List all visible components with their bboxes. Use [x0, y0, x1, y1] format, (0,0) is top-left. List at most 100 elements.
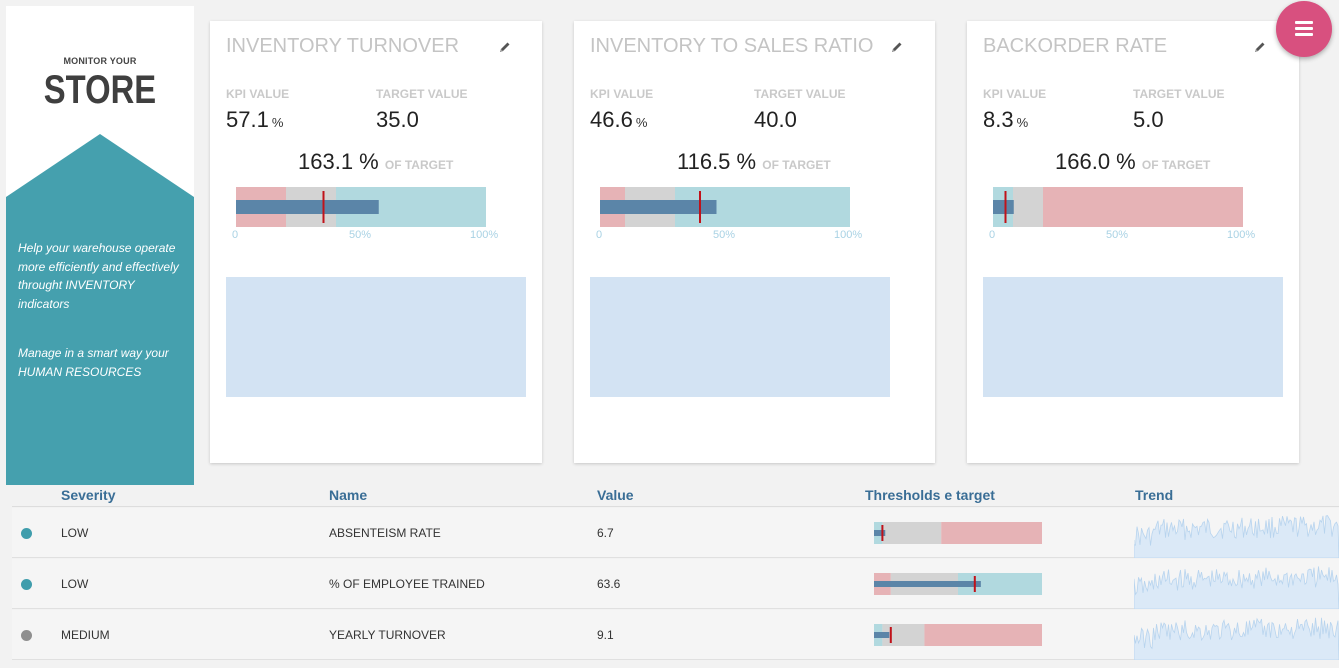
percent-of-target: 163.1 % OF TARGET: [298, 149, 453, 175]
kpi-number: 46.6: [590, 107, 633, 132]
axis-tick-100: 100%: [834, 229, 863, 241]
sidebar-description-hr: Manage in a smart way your HUMAN RESOURC…: [18, 346, 169, 379]
trend-line: [1134, 515, 1339, 558]
kpi-card-inventory-turnover: INVENTORY TURNOVER KPI VALUE TARGET VALU…: [210, 21, 542, 463]
hamburger-icon-bar: [1295, 27, 1313, 30]
bullet-band: [882, 522, 942, 544]
kpi-value-label: KPI VALUE: [226, 87, 290, 101]
bullet-measure: [874, 530, 886, 536]
target-value-label: TARGET VALUE: [754, 87, 846, 101]
bullet-measure: [874, 581, 981, 587]
bullet-measure: [874, 632, 890, 638]
column-header-thresholds[interactable]: Thresholds e target: [865, 487, 995, 503]
column-header-trend[interactable]: Trend: [1135, 487, 1173, 503]
header-divider: [12, 506, 1339, 507]
pencil-icon[interactable]: [890, 40, 904, 54]
threshold-bullet-chart: [874, 624, 1042, 646]
percent-value: 116.5 %: [677, 149, 757, 174]
target-value: 40.0: [754, 107, 797, 132]
brand-tagline: MONITOR YOUR: [63, 56, 137, 66]
bullet-chart: [600, 187, 850, 227]
of-target-label: OF TARGET: [762, 158, 831, 172]
column-header-name[interactable]: Name: [329, 487, 367, 503]
bullet-band: [941, 522, 1042, 544]
threshold-bullet-chart: [874, 573, 1042, 595]
bullet-band: [924, 624, 1042, 646]
axis-tick-100: 100%: [1227, 229, 1256, 241]
bullet-target-marker: [889, 627, 892, 643]
trend-chart-area: [226, 277, 526, 397]
axis-tick-50: 50%: [349, 229, 372, 241]
percent-of-target: 116.5 % OF TARGET: [677, 149, 831, 175]
kpi-value: 46.6%: [590, 107, 647, 133]
trend-line: [1134, 617, 1339, 660]
kpi-number: 57.1: [226, 107, 269, 132]
target-value-label: TARGET VALUE: [376, 87, 468, 101]
value-cell: 63.6: [597, 577, 621, 591]
target-value-label: TARGET VALUE: [1133, 87, 1225, 101]
threshold-bullet-chart: [874, 522, 1042, 544]
axis-tick-100: 100%: [470, 229, 499, 241]
bullet-target-marker: [699, 191, 701, 223]
brand-logo: STORE: [43, 68, 157, 112]
bullet-target-marker: [881, 525, 884, 541]
kpi-value-label: KPI VALUE: [983, 87, 1047, 101]
card-title: BACKORDER RATE: [983, 35, 1168, 57]
bullet-measure: [236, 200, 379, 214]
bullet-band: [1043, 187, 1243, 227]
bullet-measure: [993, 200, 1014, 214]
kpi-card-inventory-to-sales-ratio: INVENTORY TO SALES RATIO KPI VALUE TARGE…: [574, 21, 935, 463]
severity-cell: LOW: [61, 577, 89, 591]
pencil-icon[interactable]: [1253, 40, 1267, 54]
dashboard: MONITOR YOUR STORE Help your warehouse o…: [0, 0, 1339, 668]
of-target-label: OF TARGET: [1141, 158, 1211, 172]
bullet-target-marker: [1004, 191, 1007, 223]
column-header-value[interactable]: Value: [597, 487, 634, 503]
column-header-severity[interactable]: Severity: [61, 487, 115, 503]
target-value: 35.0: [376, 107, 419, 132]
kpi-table: Severity Name Value Thresholds e target …: [0, 484, 1339, 668]
of-target-label: OF TARGET: [384, 158, 454, 172]
severity-dot: [21, 579, 32, 590]
kpi-value: 57.1%: [226, 107, 283, 133]
trend-line: [1134, 566, 1339, 609]
percent-value: 163.1 %: [298, 149, 379, 174]
bullet-chart: [993, 187, 1243, 227]
table-row[interactable]: LOW % OF EMPLOYEE TRAINED 63.6: [12, 559, 1339, 609]
axis-tick-0: 0: [989, 229, 996, 241]
severity-dot: [21, 630, 32, 641]
hamburger-icon: [1295, 21, 1313, 24]
axis-tick-0: 0: [596, 229, 603, 241]
kpi-unit: %: [635, 115, 648, 130]
severity-cell: LOW: [61, 526, 89, 540]
hamburger-icon-bar: [1295, 33, 1313, 36]
card-title: INVENTORY TURNOVER: [226, 35, 460, 57]
bullet-chart: [236, 187, 486, 227]
value-cell: 9.1: [597, 628, 614, 642]
axis-tick-50: 50%: [713, 229, 736, 241]
axis-tick-0: 0: [232, 229, 239, 241]
kpi-number: 8.3: [983, 107, 1014, 132]
card-title: INVENTORY TO SALES RATIO: [590, 35, 874, 57]
menu-fab-button[interactable]: [1276, 1, 1332, 57]
sidebar: MONITOR YOUR STORE Help your warehouse o…: [6, 6, 194, 485]
value-cell: 6.7: [597, 526, 614, 540]
table-row[interactable]: LOW ABSENTEISM RATE 6.7: [12, 508, 1339, 558]
trend-chart-area: [590, 277, 890, 397]
kpi-value: 8.3%: [983, 107, 1028, 133]
name-cell: % OF EMPLOYEE TRAINED: [329, 577, 485, 591]
bullet-target-marker: [322, 191, 325, 223]
kpi-unit: %: [1016, 115, 1029, 130]
severity-dot: [21, 528, 32, 539]
trend-sparkline: [1134, 617, 1339, 660]
kpi-card-backorder-rate: BACKORDER RATE KPI VALUE TARGET VALUE 8.…: [967, 21, 1299, 463]
severity-cell: MEDIUM: [61, 628, 110, 642]
bullet-band: [1013, 187, 1043, 227]
pencil-icon[interactable]: [498, 40, 512, 54]
name-cell: YEARLY TURNOVER: [329, 628, 446, 642]
table-row[interactable]: MEDIUM YEARLY TURNOVER 9.1: [12, 610, 1339, 660]
percent-of-target: 166.0 % OF TARGET: [1055, 149, 1210, 175]
kpi-value-label: KPI VALUE: [590, 87, 654, 101]
trend-sparkline: [1134, 566, 1339, 609]
trend-sparkline: [1134, 515, 1339, 558]
